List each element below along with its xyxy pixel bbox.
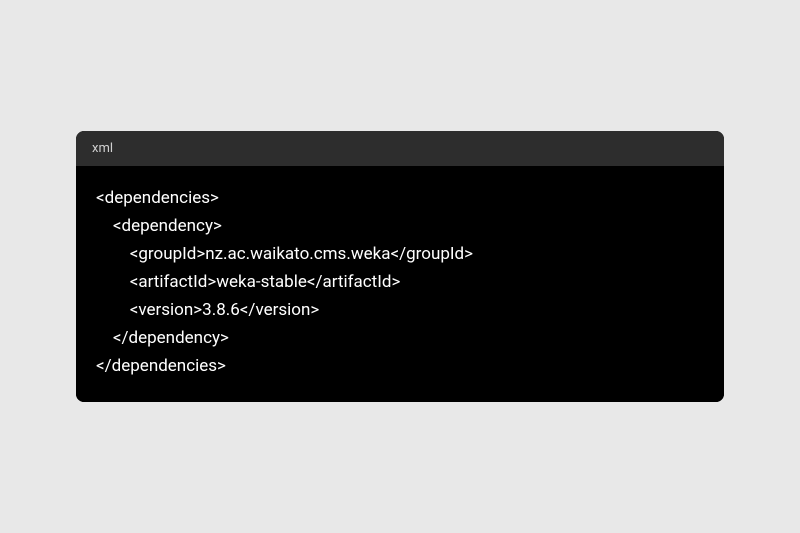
code-line: <groupId>nz.ac.waikato.cms.weka</groupId… [96, 240, 704, 268]
code-line: <dependencies> [96, 184, 704, 212]
code-line: <artifactId>weka-stable</artifactId> [96, 268, 704, 296]
code-line: <version>3.8.6</version> [96, 296, 704, 324]
code-block: xml <dependencies> <dependency> <groupId… [76, 131, 724, 402]
code-body[interactable]: <dependencies> <dependency> <groupId>nz.… [76, 166, 724, 402]
code-header: xml [76, 131, 724, 166]
code-language-label: xml [92, 141, 113, 156]
code-line: </dependency> [96, 324, 704, 352]
code-line: <dependency> [96, 212, 704, 240]
code-line: </dependencies> [96, 352, 704, 380]
